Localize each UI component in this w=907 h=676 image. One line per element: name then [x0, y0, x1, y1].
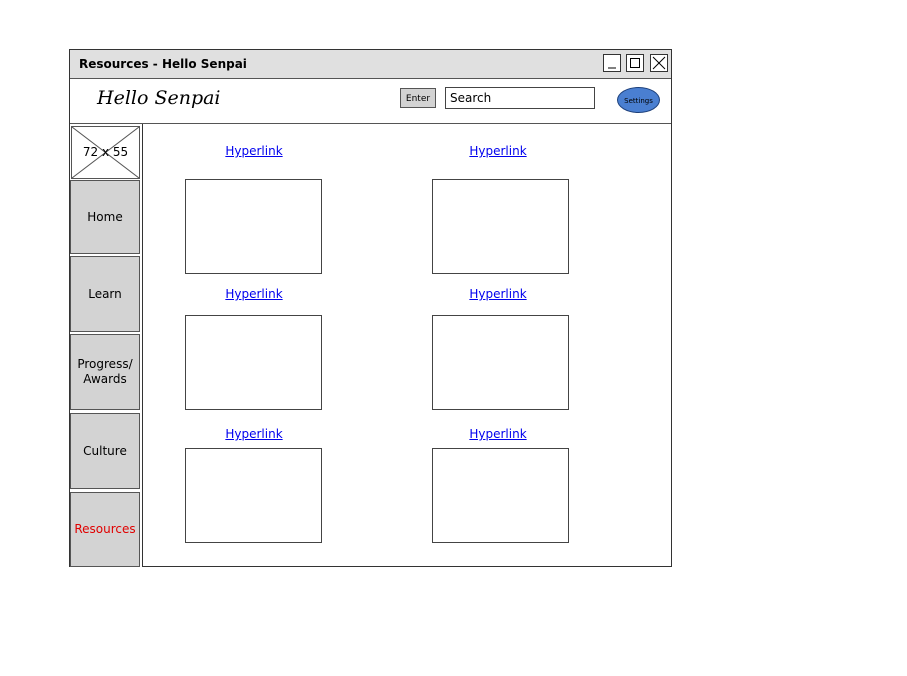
resource-image — [185, 179, 322, 274]
search-input[interactable] — [445, 87, 595, 109]
logo-placeholder: 72 x 55 — [71, 126, 140, 179]
resource-image — [185, 448, 322, 543]
sidebar-item-learn[interactable]: Learn — [70, 256, 140, 332]
resource-link[interactable]: Hyperlink — [448, 287, 548, 301]
title-bar: Resources - Hello Senpai — [70, 50, 671, 79]
app-header: Hello Senpai Enter Settings — [70, 79, 671, 124]
close-icon[interactable] — [650, 54, 668, 72]
app-window: Resources - Hello Senpai Hello Senpai En… — [69, 49, 672, 567]
logo-placeholder-label: 72 x 55 — [82, 145, 129, 159]
sidebar-item-label: Culture — [83, 443, 127, 458]
sidebar-item-label: Home — [87, 209, 123, 224]
sidebar-item-label: Resources — [74, 522, 136, 536]
sidebar-item-culture[interactable]: Culture — [70, 413, 140, 489]
resource-image — [432, 315, 569, 410]
sidebar-item-progress-awards[interactable]: Progress/ Awards — [70, 334, 140, 410]
window-title: Resources - Hello Senpai — [79, 57, 247, 71]
sidebar: 72 x 55 Home Learn Progress/ Awards Cult… — [70, 124, 143, 567]
app-title: Hello Senpai — [97, 87, 221, 109]
resource-link[interactable]: Hyperlink — [448, 144, 548, 158]
resource-image — [432, 179, 569, 274]
resource-link[interactable]: Hyperlink — [204, 287, 304, 301]
sidebar-item-home[interactable]: Home — [70, 180, 140, 254]
resource-link[interactable]: Hyperlink — [204, 427, 304, 441]
resource-link[interactable]: Hyperlink — [448, 427, 548, 441]
resource-image — [185, 315, 322, 410]
maximize-icon[interactable] — [626, 54, 644, 72]
resource-link[interactable]: Hyperlink — [204, 144, 304, 158]
settings-button[interactable]: Settings — [617, 87, 660, 113]
sidebar-item-label: Progress/ Awards — [77, 357, 133, 386]
resource-image — [432, 448, 569, 543]
sidebar-item-resources[interactable]: Resources — [70, 492, 140, 567]
minimize-icon[interactable] — [603, 54, 621, 72]
enter-button[interactable]: Enter — [400, 88, 436, 108]
sidebar-item-label: Learn — [88, 286, 122, 301]
